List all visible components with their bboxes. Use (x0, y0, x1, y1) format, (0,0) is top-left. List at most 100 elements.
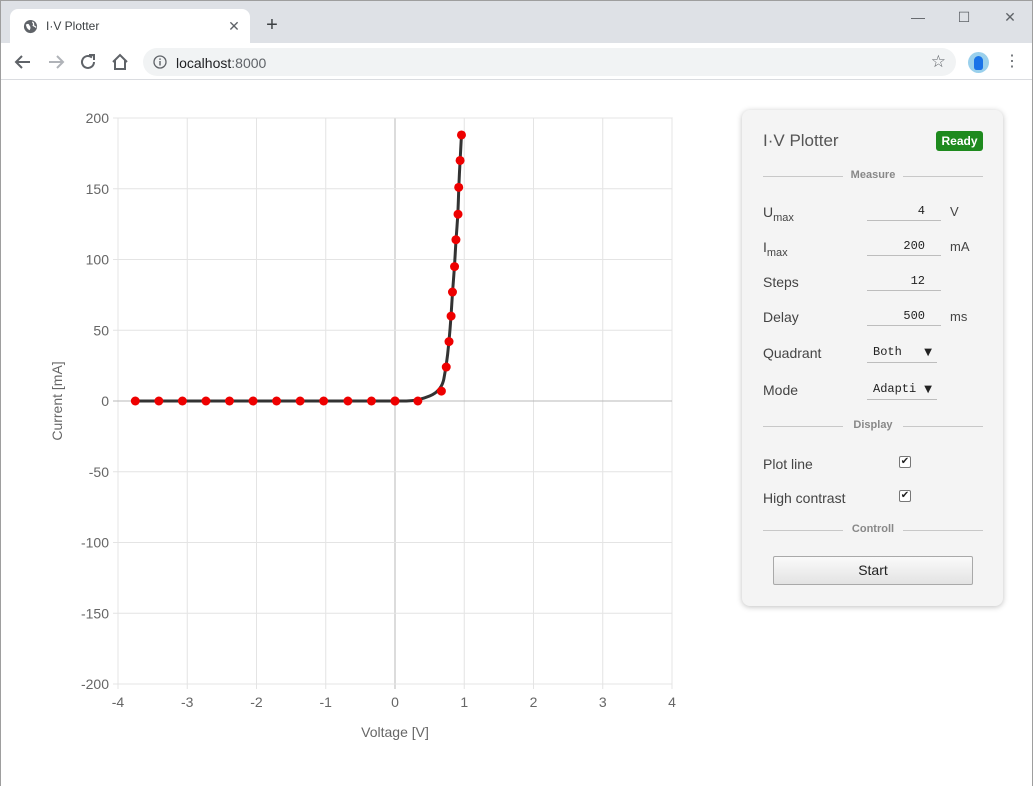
profile-avatar-icon[interactable] (968, 52, 989, 73)
section-label: Display (853, 419, 893, 431)
steps-input[interactable] (867, 272, 941, 291)
data-point (453, 209, 463, 219)
data-point (413, 396, 423, 406)
data-point (319, 396, 329, 406)
back-arrow-icon[interactable] (12, 51, 34, 73)
y-axis-label: Current [mA] (49, 361, 65, 440)
data-point (390, 396, 400, 406)
x-tick-label: 4 (668, 694, 676, 710)
data-point (201, 396, 211, 406)
y-tick-label: 0 (101, 393, 109, 409)
info-icon[interactable] (153, 55, 167, 69)
home-icon[interactable] (109, 51, 131, 73)
imax-label: Imax (763, 239, 788, 259)
data-point (454, 182, 464, 192)
divider (903, 176, 983, 177)
data-point (154, 396, 164, 406)
delay-input[interactable] (867, 307, 941, 326)
bookmark-star-icon[interactable]: ☆ (931, 52, 946, 72)
section-label: Controll (851, 523, 895, 535)
high-contrast-checkbox[interactable]: ✔ (899, 490, 911, 502)
browser-toolbar: localhost:8000 ☆ ⋮ (1, 43, 1032, 80)
y-tick-label: -150 (81, 605, 109, 621)
data-point (248, 396, 258, 406)
section-display: Display (763, 418, 983, 434)
browser-window: I·V Plotter ✕ + — ☐ ✕ localhost:8000 ☆ ⋮… (0, 0, 1033, 786)
data-point (450, 262, 460, 272)
quadrant-value: Both (873, 345, 902, 359)
mode-value: Adapti (873, 382, 917, 396)
data-point (130, 396, 140, 406)
data-point (295, 396, 305, 406)
delay-unit: ms (950, 309, 968, 324)
forward-arrow-icon[interactable] (45, 51, 67, 73)
x-tick-label: 3 (599, 694, 607, 710)
x-tick-label: -2 (250, 694, 263, 710)
delay-label: Delay (763, 309, 799, 325)
new-tab-button[interactable]: + (262, 15, 282, 35)
data-point (444, 337, 454, 347)
data-point (447, 287, 457, 297)
status-badge: Ready (936, 131, 983, 151)
y-tick-label: 150 (86, 181, 110, 197)
data-point (436, 386, 446, 396)
reload-icon[interactable] (77, 51, 99, 73)
iv-chart: -4 -3 -2 -1 0 1 2 3 4 200 150 100 50 0 -50 -100 -150 -200… (49, 110, 676, 740)
tab-title: I·V Plotter (46, 19, 100, 33)
x-tick-label: 2 (530, 694, 538, 710)
x-tick-label: -1 (320, 694, 333, 710)
start-button[interactable]: Start (773, 556, 973, 585)
panel-title: I·V Plotter (763, 131, 839, 150)
x-tick-label: 0 (391, 694, 399, 710)
url-port: :8000 (231, 55, 267, 71)
mode-label: Mode (763, 382, 799, 398)
y-tick-label: 200 (86, 110, 110, 126)
quadrant-select[interactable]: Both ▼ (867, 343, 937, 363)
y-tick-label: -200 (81, 676, 109, 692)
data-point (451, 235, 461, 245)
tab-strip: I·V Plotter ✕ + — ☐ ✕ (1, 1, 1032, 43)
browser-tab[interactable]: I·V Plotter ✕ (10, 9, 250, 43)
data-point (366, 396, 376, 406)
minimize-button[interactable]: — (908, 7, 928, 27)
y-tick-label: 50 (93, 322, 109, 338)
section-measure: Measure (763, 168, 983, 184)
y-tick-label: -100 (81, 535, 109, 551)
plot-line-checkbox[interactable]: ✔ (899, 456, 911, 468)
address-bar[interactable]: localhost:8000 ☆ (143, 48, 956, 76)
section-control: Controll (763, 522, 983, 538)
data-point (177, 396, 187, 406)
imax-label-sub: max (766, 247, 788, 259)
mode-select[interactable]: Adapti ▼ (867, 380, 937, 400)
umax-label: Umax (763, 204, 794, 224)
data-point (446, 311, 456, 321)
page-content: -4 -3 -2 -1 0 1 2 3 4 200 150 100 50 0 -50 -100 -150 -200… (1, 81, 1032, 786)
x-tick-label: 1 (460, 694, 468, 710)
steps-label: Steps (763, 274, 799, 290)
data-point (456, 130, 466, 140)
control-panel: I·V Plotter Ready Measure Umax V Imax mA… (742, 110, 1003, 606)
y-tick-label: 100 (86, 252, 110, 268)
maximize-button[interactable]: ☐ (954, 7, 974, 27)
umax-unit: V (950, 204, 959, 219)
x-axis-label: Voltage [V] (361, 724, 429, 740)
close-window-button[interactable]: ✕ (1000, 7, 1020, 27)
data-point (343, 396, 353, 406)
kebab-menu-icon[interactable]: ⋮ (1004, 52, 1020, 72)
data-point (224, 396, 234, 406)
imax-input[interactable] (867, 237, 941, 256)
data-point (272, 396, 282, 406)
dropdown-arrow-icon: ▼ (924, 347, 932, 358)
x-tick-label: -4 (112, 694, 125, 710)
y-tick-label: -50 (89, 464, 109, 480)
section-label: Measure (850, 169, 896, 181)
plot-line-label: Plot line (763, 456, 813, 472)
close-icon[interactable]: ✕ (226, 18, 242, 34)
umax-label-sub: max (773, 212, 794, 224)
umax-input[interactable] (867, 202, 941, 221)
dropdown-arrow-icon: ▼ (924, 384, 932, 395)
divider (903, 530, 983, 531)
umax-label-main: U (763, 204, 774, 220)
data-point (455, 155, 465, 165)
url-host: localhost (176, 55, 232, 71)
